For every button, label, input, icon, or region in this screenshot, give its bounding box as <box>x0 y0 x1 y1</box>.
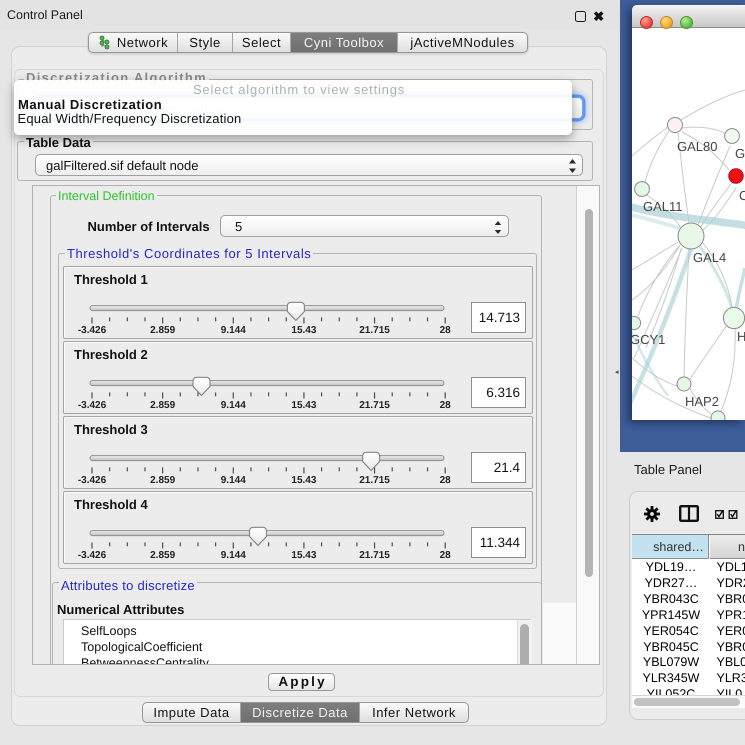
svg-text:HA: HA <box>737 329 745 344</box>
svg-text:GAL4: GAL4 <box>693 250 726 265</box>
svg-text:GCY1: GCY1 <box>632 332 665 347</box>
svg-text:HAP2: HAP2 <box>685 394 719 409</box>
svg-text:GAL11: GAL11 <box>643 199 683 214</box>
svg-text:GAL80: GAL80 <box>677 139 717 154</box>
svg-text:CY: CY <box>739 188 745 203</box>
svg-text:GA: GA <box>735 146 745 161</box>
